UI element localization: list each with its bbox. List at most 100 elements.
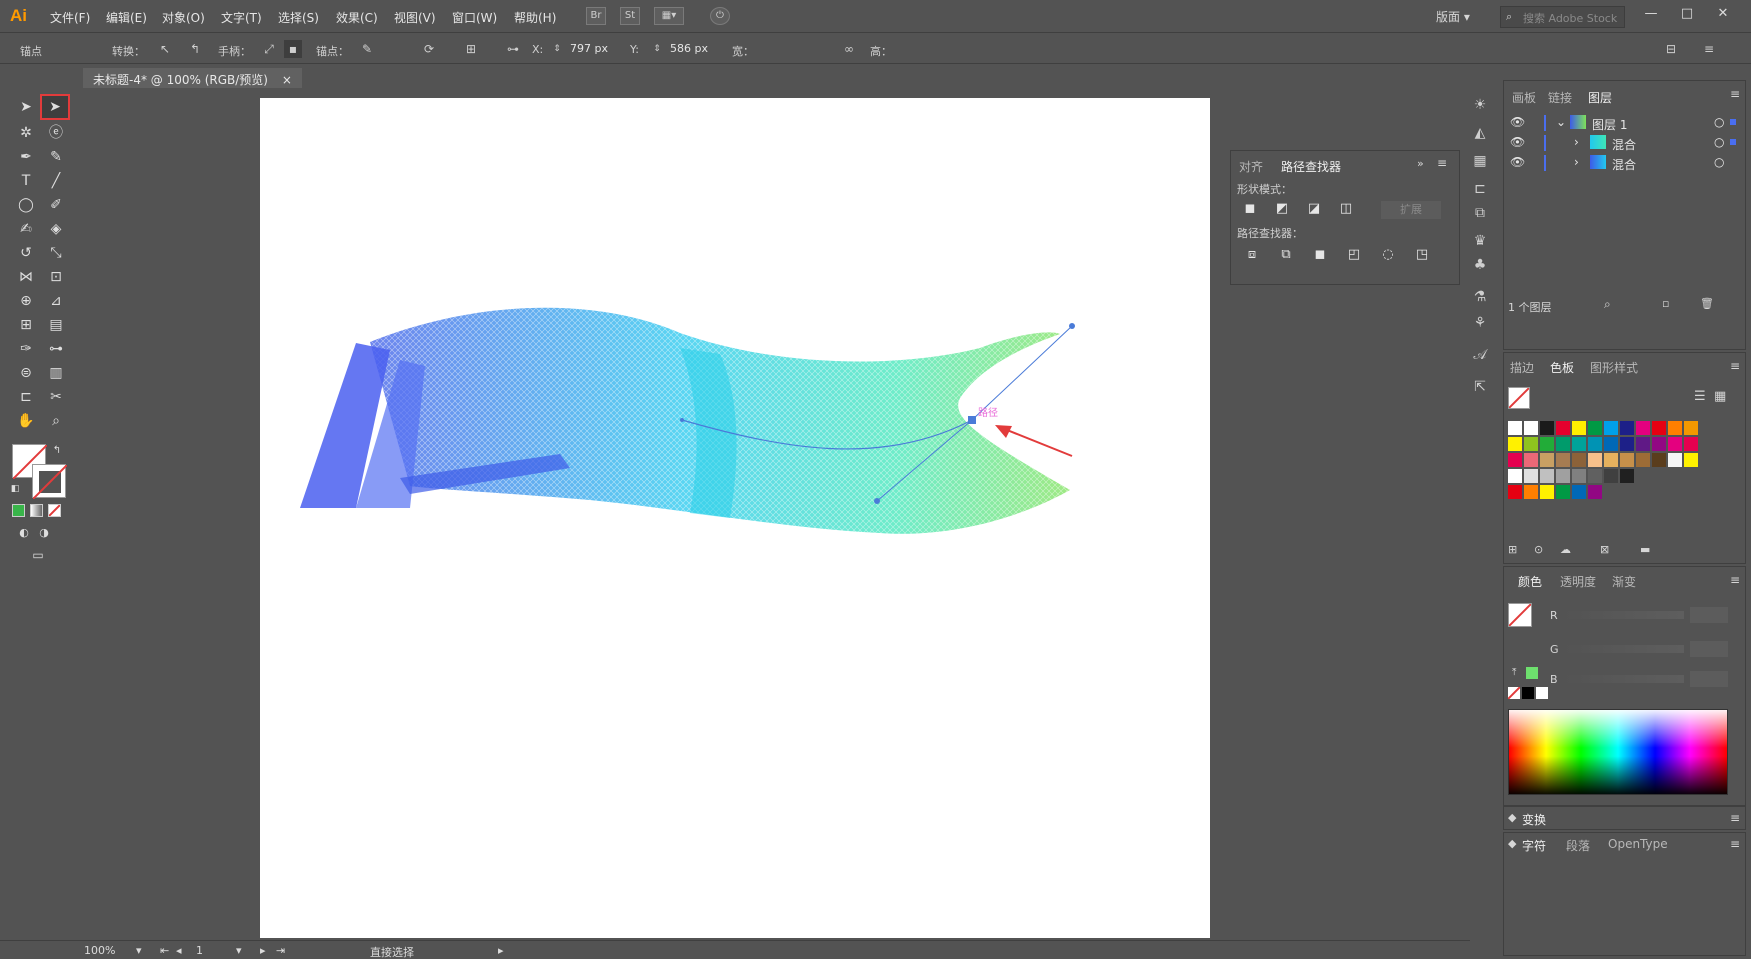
unite-icon[interactable]: ◼	[1239, 199, 1261, 219]
selected-anchor-point[interactable]	[968, 416, 976, 424]
g-slider[interactable]	[1564, 645, 1684, 653]
zoom-tool-icon[interactable]: ⌕	[44, 410, 68, 432]
shaper-tool-icon[interactable]: ✍	[14, 218, 38, 240]
color-swatch[interactable]	[1556, 485, 1570, 499]
convert-to-corner-icon[interactable]: ↖	[156, 40, 174, 58]
target-icon[interactable]: ○	[1714, 115, 1724, 129]
workspace-switcher[interactable]: 版面 ▾	[1436, 8, 1486, 25]
character-collapse-icon[interactable]: ◆	[1508, 837, 1516, 850]
remove-anchor-icon[interactable]: ✎	[358, 40, 376, 58]
color-swatch[interactable]	[1508, 485, 1522, 499]
draw-behind-icon[interactable]: ◑	[32, 522, 56, 544]
tab-swatches[interactable]: 色板	[1550, 359, 1574, 376]
menu-select[interactable]: 选择(S)	[278, 9, 319, 26]
color-swatch[interactable]	[1508, 453, 1522, 467]
blend-artwork[interactable]	[260, 98, 1210, 938]
color-swatch[interactable]	[1588, 437, 1602, 451]
white-color-swatch[interactable]	[1536, 687, 1548, 699]
rotate-tool-icon[interactable]: ↺	[14, 242, 38, 264]
color-swatch[interactable]	[1540, 469, 1554, 483]
tab-gradient[interactable]: 渐变	[1612, 573, 1636, 590]
color-swatch[interactable]	[1604, 453, 1618, 467]
color-spectrum[interactable]	[1508, 709, 1728, 795]
hide-handles-icon[interactable]: ▪	[284, 40, 302, 58]
selection-tool-icon[interactable]: ➤	[14, 96, 38, 118]
color-swatch[interactable]	[1588, 421, 1602, 435]
color-swatch[interactable]	[1572, 421, 1586, 435]
color-swatch[interactable]	[1684, 421, 1698, 435]
layer-name[interactable]: 混合	[1612, 136, 1636, 153]
tab-links[interactable]: 链接	[1548, 89, 1572, 106]
screen-mode-icon[interactable]: ▭	[26, 544, 50, 566]
color-swatch[interactable]	[1540, 437, 1554, 451]
selection-indicator[interactable]	[1730, 139, 1736, 145]
trim-icon[interactable]: ⧉	[1275, 245, 1297, 265]
align-panel-icon[interactable]: ⊏	[1468, 178, 1492, 200]
artboard-number[interactable]: 1	[196, 944, 203, 957]
color-swatch[interactable]	[1604, 437, 1618, 451]
libraries-icon[interactable]: ◭	[1468, 122, 1492, 144]
shape-builder-tool-icon[interactable]: ⊕	[14, 290, 38, 312]
x-stepper-icon[interactable]: ⇕	[548, 40, 566, 58]
scale-tool-icon[interactable]: ⤡	[44, 242, 68, 264]
tab-pathfinder[interactable]: 路径查找器	[1281, 158, 1341, 175]
list-view-icon[interactable]: ☰	[1694, 389, 1706, 404]
restore-button[interactable]: □	[1676, 6, 1698, 26]
handle-point-out[interactable]	[1069, 323, 1075, 329]
artboard-dropdown-icon[interactable]: ▾	[236, 944, 242, 957]
none-color-swatch[interactable]	[1507, 686, 1521, 700]
new-layer-icon[interactable]: ▫	[1662, 297, 1669, 310]
expand-chevron-icon[interactable]: ⌄	[1556, 115, 1566, 129]
swatch-options-icon[interactable]: ⊠	[1600, 543, 1609, 556]
color-swatch[interactable]	[1636, 421, 1650, 435]
last-color-swatch[interactable]	[1526, 667, 1538, 679]
color-swatch[interactable]	[1668, 453, 1682, 467]
zoom-dropdown-icon[interactable]: ▾	[136, 944, 142, 957]
tab-paragraph[interactable]: 段落	[1566, 837, 1590, 854]
slice-tool-icon[interactable]: ✂	[44, 386, 68, 408]
type-tool-icon[interactable]: T	[14, 170, 38, 192]
layer-name[interactable]: 图层 1	[1592, 116, 1627, 133]
color-swatch[interactable]	[1636, 437, 1650, 451]
y-stepper-icon[interactable]: ⇕	[648, 40, 666, 58]
curvature-tool-icon[interactable]: ✎	[44, 146, 68, 168]
color-swatch[interactable]	[1508, 437, 1522, 451]
transform-collapse-icon[interactable]: ◆	[1508, 811, 1516, 824]
tab-transparency[interactable]: 透明度	[1560, 573, 1596, 590]
bridge-button[interactable]: Br	[586, 7, 606, 25]
show-swatch-kinds-icon[interactable]: ⊙	[1534, 543, 1543, 556]
last-artboard-icon[interactable]: ⇥	[276, 944, 285, 957]
paintbrush-tool-icon[interactable]: ✐	[44, 194, 68, 216]
close-tab-icon[interactable]: ×	[282, 73, 292, 87]
expand-chevron-icon[interactable]: ›	[1574, 155, 1579, 169]
merge-icon[interactable]: ◼	[1309, 245, 1331, 265]
stroke-swatch[interactable]	[32, 464, 68, 500]
menu-window[interactable]: 窗口(W)	[452, 9, 497, 26]
black-color-swatch[interactable]	[1522, 687, 1534, 699]
color-swatch[interactable]	[1524, 437, 1538, 451]
prev-artboard-icon[interactable]: ◂	[176, 944, 182, 957]
cut-path-icon[interactable]: ⊞	[462, 40, 480, 58]
menu-object[interactable]: 对象(O)	[162, 9, 205, 26]
g-value-field[interactable]	[1690, 641, 1728, 657]
next-artboard-icon[interactable]: ▸	[260, 944, 266, 957]
collapse-panel-icon[interactable]: »	[1417, 157, 1424, 170]
eraser-tool-icon[interactable]: ◈	[44, 218, 68, 240]
color-swatch[interactable]	[1524, 469, 1538, 483]
color-guide-icon[interactable]: ☀	[1468, 94, 1492, 116]
ellipse-tool-icon[interactable]: ◯	[14, 194, 38, 216]
arrange-panel-icon[interactable]: ⊟	[1662, 40, 1680, 58]
perspective-grid-tool-icon[interactable]: ⊿	[44, 290, 68, 312]
line-tool-icon[interactable]: ╱	[44, 170, 68, 192]
color-swatch[interactable]	[1540, 485, 1554, 499]
divide-icon[interactable]: ⧈	[1241, 245, 1263, 265]
column-graph-tool-icon[interactable]: ▥	[44, 362, 68, 384]
minus-front-icon[interactable]: ◩	[1271, 199, 1293, 219]
zoom-level[interactable]: 100%	[84, 944, 115, 957]
blend-tool-icon[interactable]: ⊶	[44, 338, 68, 360]
color-menu-icon[interactable]: ≡	[1730, 573, 1740, 587]
tab-graphic-styles[interactable]: 图形样式	[1590, 359, 1638, 376]
color-swatch[interactable]	[1588, 485, 1602, 499]
color-swatch[interactable]	[1668, 421, 1682, 435]
pen-tool-icon[interactable]: ✒	[14, 146, 38, 168]
